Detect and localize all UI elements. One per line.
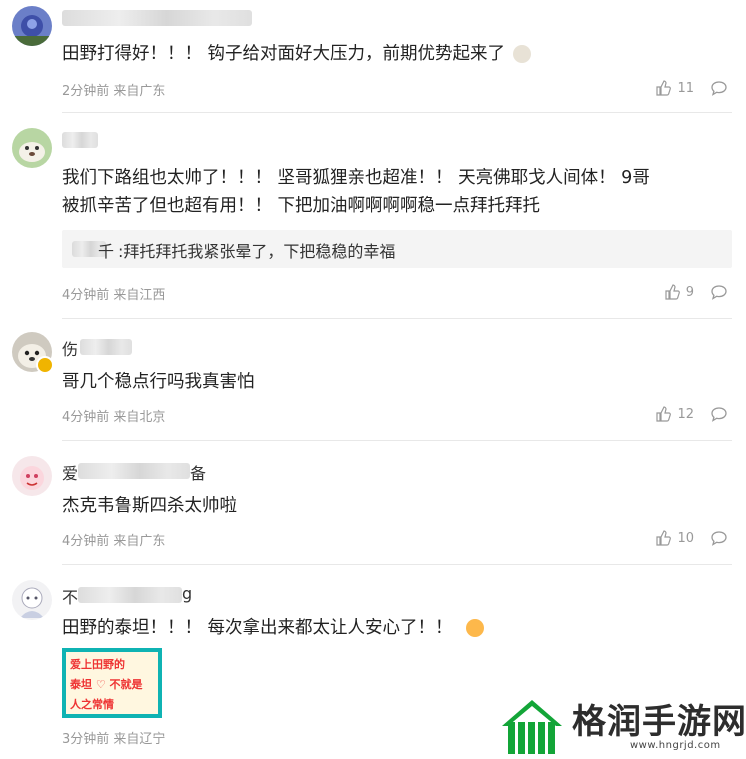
watermark-url: www.hngrjd.com [630,740,721,751]
comment-meta: 4分钟前 来自江西 [62,288,166,303]
thumbs-up-icon [656,406,672,422]
avatar[interactable] [12,6,52,46]
like-button[interactable]: 12 [655,406,694,422]
divider [62,440,732,441]
sticker-image[interactable]: 爱上田野的 泰坦 ♡ 不就是 人之常情 [62,648,162,718]
comment-text: 田野的泰坦！！！ 每次拿出来都太让人安心了！！ [62,618,453,638]
verified-badge-icon [36,356,54,374]
reply-username: 千 [98,242,115,261]
divider [62,564,732,565]
watermark-text: 格润手游网 [572,702,746,742]
reply-text: :拜托拜托我紧张晕了，下把稳稳的幸福 [118,242,396,261]
kiss-emoji-icon [466,619,485,637]
sticker-text-line: 爱上田野的 [70,658,125,671]
reply-icon[interactable] [710,530,728,546]
reply-icon[interactable] [710,80,728,96]
sticker-text-line: 人之常情 [70,698,114,711]
comment-text-line: 我们下路组也太帅了！！！ 坚哥狐狸亲也超准！！ 天亮佛耶戈人间体！ 9哥 [62,168,650,188]
comment-text: 田野打得好！！！ 钩子给对面好大压力，前期优势起来了 [62,44,506,64]
thumbs-up-icon [665,284,680,300]
sticker-text-line: 泰坦 ♡ 不就是 [70,678,143,691]
avatar[interactable] [12,128,52,168]
username-blurred [62,132,98,148]
thumbs-up-icon [656,80,672,96]
divider [62,112,732,113]
username-blurred [78,587,182,603]
username-visible-start: 爱 [62,464,79,483]
like-count: 9 [685,284,694,300]
like-button[interactable]: 9 [664,284,694,300]
avatar[interactable] [12,580,52,620]
comment-text: 哥几个稳点行吗我真害怕 [62,372,255,392]
house-logo-icon [502,700,562,754]
like-count: 10 [677,530,694,546]
username-blurred [78,463,190,479]
comment-meta: 4分钟前 来自北京 [62,410,166,425]
like-count: 11 [677,80,694,96]
reply-icon[interactable] [710,406,728,422]
comment-text: 杰克韦鲁斯四杀太帅啦 [62,496,237,516]
username-visible-end: 备 [190,464,207,483]
reply-icon[interactable] [710,284,728,300]
watermark-logo: 格润手游网 www.hngrjd.com [500,698,746,759]
username-visible-start: 不 [62,588,79,607]
username-blurred [80,339,132,355]
username-blurred [62,10,252,26]
username-visible-end: g [182,584,193,603]
avatar[interactable] [12,456,52,496]
like-button[interactable]: 11 [655,80,694,96]
like-count: 12 [677,406,694,422]
comment-meta: 4分钟前 来自广东 [62,534,166,549]
divider [62,318,732,319]
emoji-icon [512,45,531,63]
thumbs-up-icon [656,530,672,546]
comment-text-line: 被抓辛苦了但也超有用！！ 下把加油啊啊啊啊稳一点拜托拜托 [62,196,541,216]
comment-meta: 2分钟前 来自广东 [62,84,166,99]
like-button[interactable]: 10 [655,530,694,546]
username-visible: 伤 [62,340,79,359]
comment-meta: 3分钟前 来自辽宁 [62,732,166,747]
